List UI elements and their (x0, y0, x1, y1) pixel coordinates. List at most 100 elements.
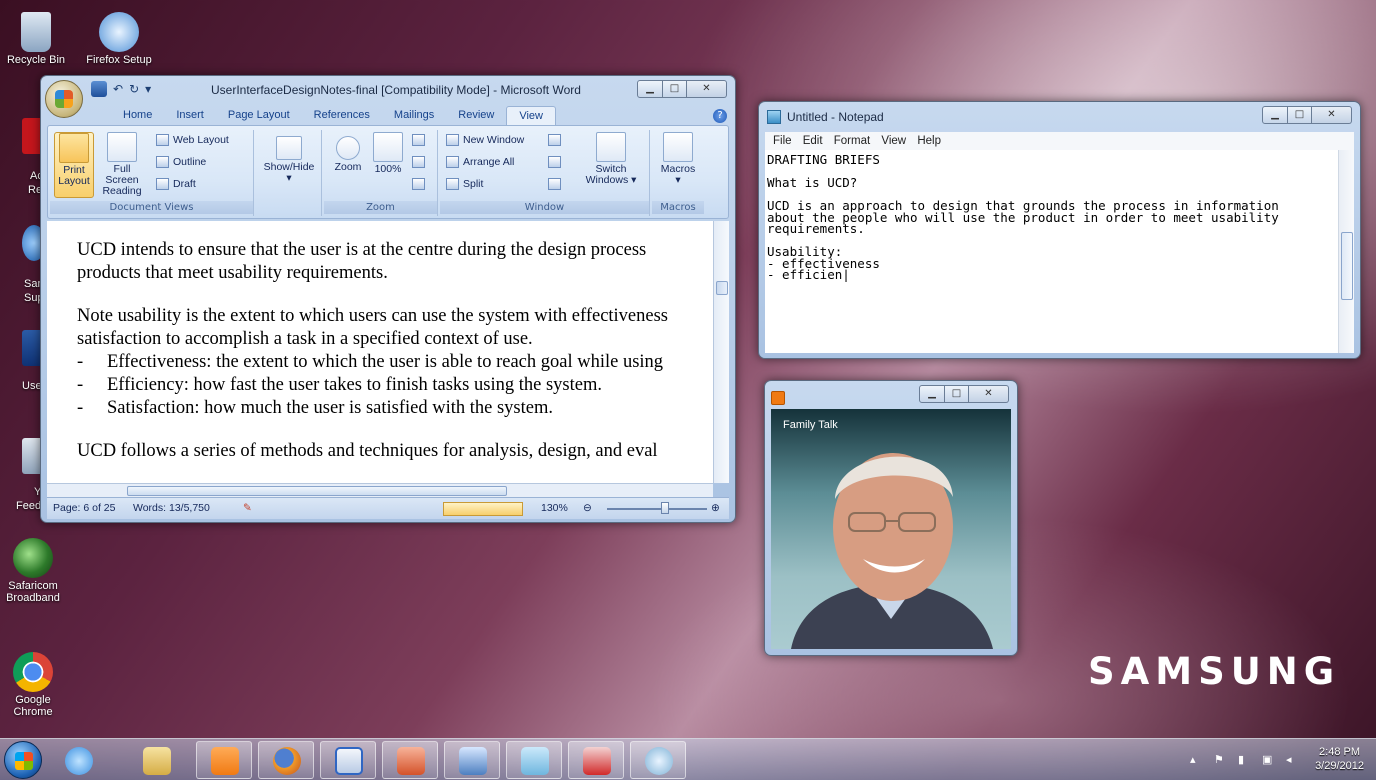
one-page-button[interactable] (412, 134, 425, 146)
tab-review[interactable]: Review (446, 106, 506, 125)
zoom-out-icon[interactable]: ⊖ (583, 502, 592, 514)
taskbar-app-paint[interactable] (630, 741, 686, 779)
taskbar-app-internet-explorer[interactable] (52, 741, 104, 779)
word-count[interactable]: Words: 13/5,750 (133, 502, 210, 514)
macros-button[interactable]: Macros ▾ (656, 132, 700, 198)
taskbar-app-word[interactable] (320, 741, 376, 779)
close-button[interactable]: ✕ (687, 80, 727, 98)
print-layout-button[interactable]: Print Layout (54, 132, 94, 198)
taskbar-app-acrobat[interactable] (568, 741, 624, 779)
taskbar-app-utility[interactable] (444, 741, 500, 779)
start-button-icon[interactable] (4, 741, 42, 779)
close-button[interactable]: ✕ (969, 385, 1009, 403)
menu-help[interactable]: Help (917, 135, 941, 147)
desktop-icon-label: Firefox Setup (86, 54, 152, 66)
doc-list-item: - Efficiency: how fast the user takes to … (77, 375, 602, 395)
customize-qat-icon[interactable]: ▾ (145, 82, 151, 96)
word-titlebar[interactable]: ↶ ↻ ▾ UserInterfaceDesignNotes-final [Co… (41, 76, 735, 118)
volume-icon[interactable]: ◂ (1286, 753, 1298, 766)
notepad-text-area[interactable]: DRAFTING BRIEFS What is UCD? UCD is an a… (765, 150, 1338, 353)
page-count[interactable]: Page: 6 of 25 (53, 502, 115, 514)
maximize-button[interactable]: □ (1288, 106, 1312, 124)
tab-view[interactable]: View (506, 106, 556, 125)
zoom-button[interactable]: Zoom (328, 132, 368, 198)
outline-button[interactable]: Outline (156, 156, 206, 168)
menu-view[interactable]: View (881, 135, 906, 147)
tab-home[interactable]: Home (111, 106, 164, 125)
group-document-views: Print Layout Full Screen Reading Web Lay… (50, 130, 254, 216)
zoom-in-icon[interactable]: ⊕ (711, 502, 720, 514)
scrollbar-thumb[interactable] (127, 486, 507, 496)
taskbar-app-firefox[interactable] (258, 741, 314, 779)
zoom-slider-knob[interactable] (661, 502, 669, 514)
desktop-icon-safaricom-broadband[interactable]: Safaricom Broadband (2, 538, 64, 604)
scrollbar-thumb[interactable] (1341, 232, 1353, 300)
split-button[interactable]: Split (446, 178, 483, 190)
doc-line: UCD follows a series of methods and tech… (77, 441, 658, 461)
tab-references[interactable]: References (302, 106, 382, 125)
draft-button[interactable]: Draft (156, 178, 196, 190)
tab-page-layout[interactable]: Page Layout (216, 106, 302, 125)
taskbar-app-powerpoint[interactable] (382, 741, 438, 779)
arrange-all-button[interactable]: Arrange All (446, 156, 514, 168)
globe-icon (13, 538, 53, 578)
document-vertical-scrollbar[interactable] (713, 221, 729, 483)
maximize-button[interactable]: □ (663, 80, 687, 98)
menu-file[interactable]: File (773, 135, 792, 147)
help-icon[interactable]: ? (713, 109, 727, 123)
reset-window-position-button[interactable] (548, 178, 561, 190)
save-icon[interactable] (91, 81, 107, 97)
new-window-icon (446, 134, 459, 146)
action-center-flag-icon[interactable]: ⚑ (1214, 753, 1226, 766)
maximize-button[interactable]: □ (945, 385, 969, 403)
two-pages-button[interactable] (412, 156, 425, 168)
taskbar-app-notepad[interactable] (506, 741, 562, 779)
switch-windows-button[interactable]: Switch Windows ▾ (578, 132, 644, 198)
outline-label: Outline (173, 156, 207, 168)
view-side-by-side-button[interactable] (548, 134, 561, 146)
family-talk-window[interactable]: ▁ □ ✕ Family Talk (764, 380, 1018, 656)
show-hide-button[interactable]: Show/Hide ▾ (260, 136, 318, 196)
tab-mailings[interactable]: Mailings (382, 106, 446, 125)
view-shortcuts[interactable] (443, 502, 523, 516)
desktop-icon-recycle-bin[interactable]: Recycle Bin (4, 12, 68, 66)
notepad-titlebar[interactable]: Untitled - Notepad ▁ □ ✕ (759, 102, 1360, 130)
menu-format[interactable]: Format (834, 135, 870, 147)
scrollbar-thumb[interactable] (716, 281, 728, 295)
power-icon[interactable]: ▮ (1238, 753, 1250, 766)
close-button[interactable]: ✕ (1312, 106, 1352, 124)
office-button-icon[interactable] (45, 80, 83, 118)
minimize-button[interactable]: ▁ (1262, 106, 1288, 124)
full-screen-reading-button[interactable]: Full Screen Reading (96, 132, 148, 198)
new-window-button[interactable]: New Window (446, 134, 524, 146)
page-width-button[interactable] (412, 178, 425, 190)
desktop-icon-google-chrome[interactable]: Google Chrome (2, 652, 64, 718)
zoom-slider[interactable] (607, 508, 707, 510)
show-hidden-icons-icon[interactable]: ▴ (1190, 753, 1202, 766)
zoom-100-button[interactable]: 100% (368, 132, 408, 198)
web-layout-button[interactable]: Web Layout (156, 134, 229, 146)
menu-edit[interactable]: Edit (803, 135, 823, 147)
minimize-button[interactable]: ▁ (919, 385, 945, 403)
undo-icon[interactable]: ↶ (113, 82, 123, 96)
clock[interactable]: 2:48 PM 3/29/2012 (1315, 745, 1364, 773)
doc-line: UCD intends to ensure that the user is a… (77, 240, 647, 260)
notepad-window[interactable]: Untitled - Notepad ▁ □ ✕ File Edit Forma… (758, 101, 1361, 359)
word-status-bar: Page: 6 of 25 Words: 13/5,750 ✎ 130% ⊖ ⊕ (47, 497, 729, 519)
video-feed[interactable]: Family Talk (771, 409, 1011, 649)
taskbar-app-family-talk[interactable] (196, 741, 252, 779)
notepad-vertical-scrollbar[interactable] (1338, 150, 1354, 353)
network-icon[interactable]: ▣ (1262, 753, 1274, 766)
minimize-button[interactable]: ▁ (637, 80, 663, 98)
taskbar-app-file-explorer[interactable] (130, 741, 182, 779)
document-body[interactable]: UCD intends to ensure that the user is a… (47, 221, 713, 483)
synchronous-scrolling-button[interactable] (548, 156, 561, 168)
doc-paragraph: Note usability is the extent to which us… (77, 305, 713, 351)
desktop-icon-firefox-setup[interactable]: Firefox Setup (84, 12, 154, 66)
redo-icon[interactable]: ↻ (129, 82, 139, 96)
zoom-level[interactable]: 130% (541, 502, 568, 514)
tab-insert[interactable]: Insert (164, 106, 216, 125)
document-horizontal-scrollbar[interactable] (47, 483, 713, 497)
word-window[interactable]: ↶ ↻ ▾ UserInterfaceDesignNotes-final [Co… (40, 75, 736, 523)
proofing-icon[interactable]: ✎ (243, 502, 252, 514)
